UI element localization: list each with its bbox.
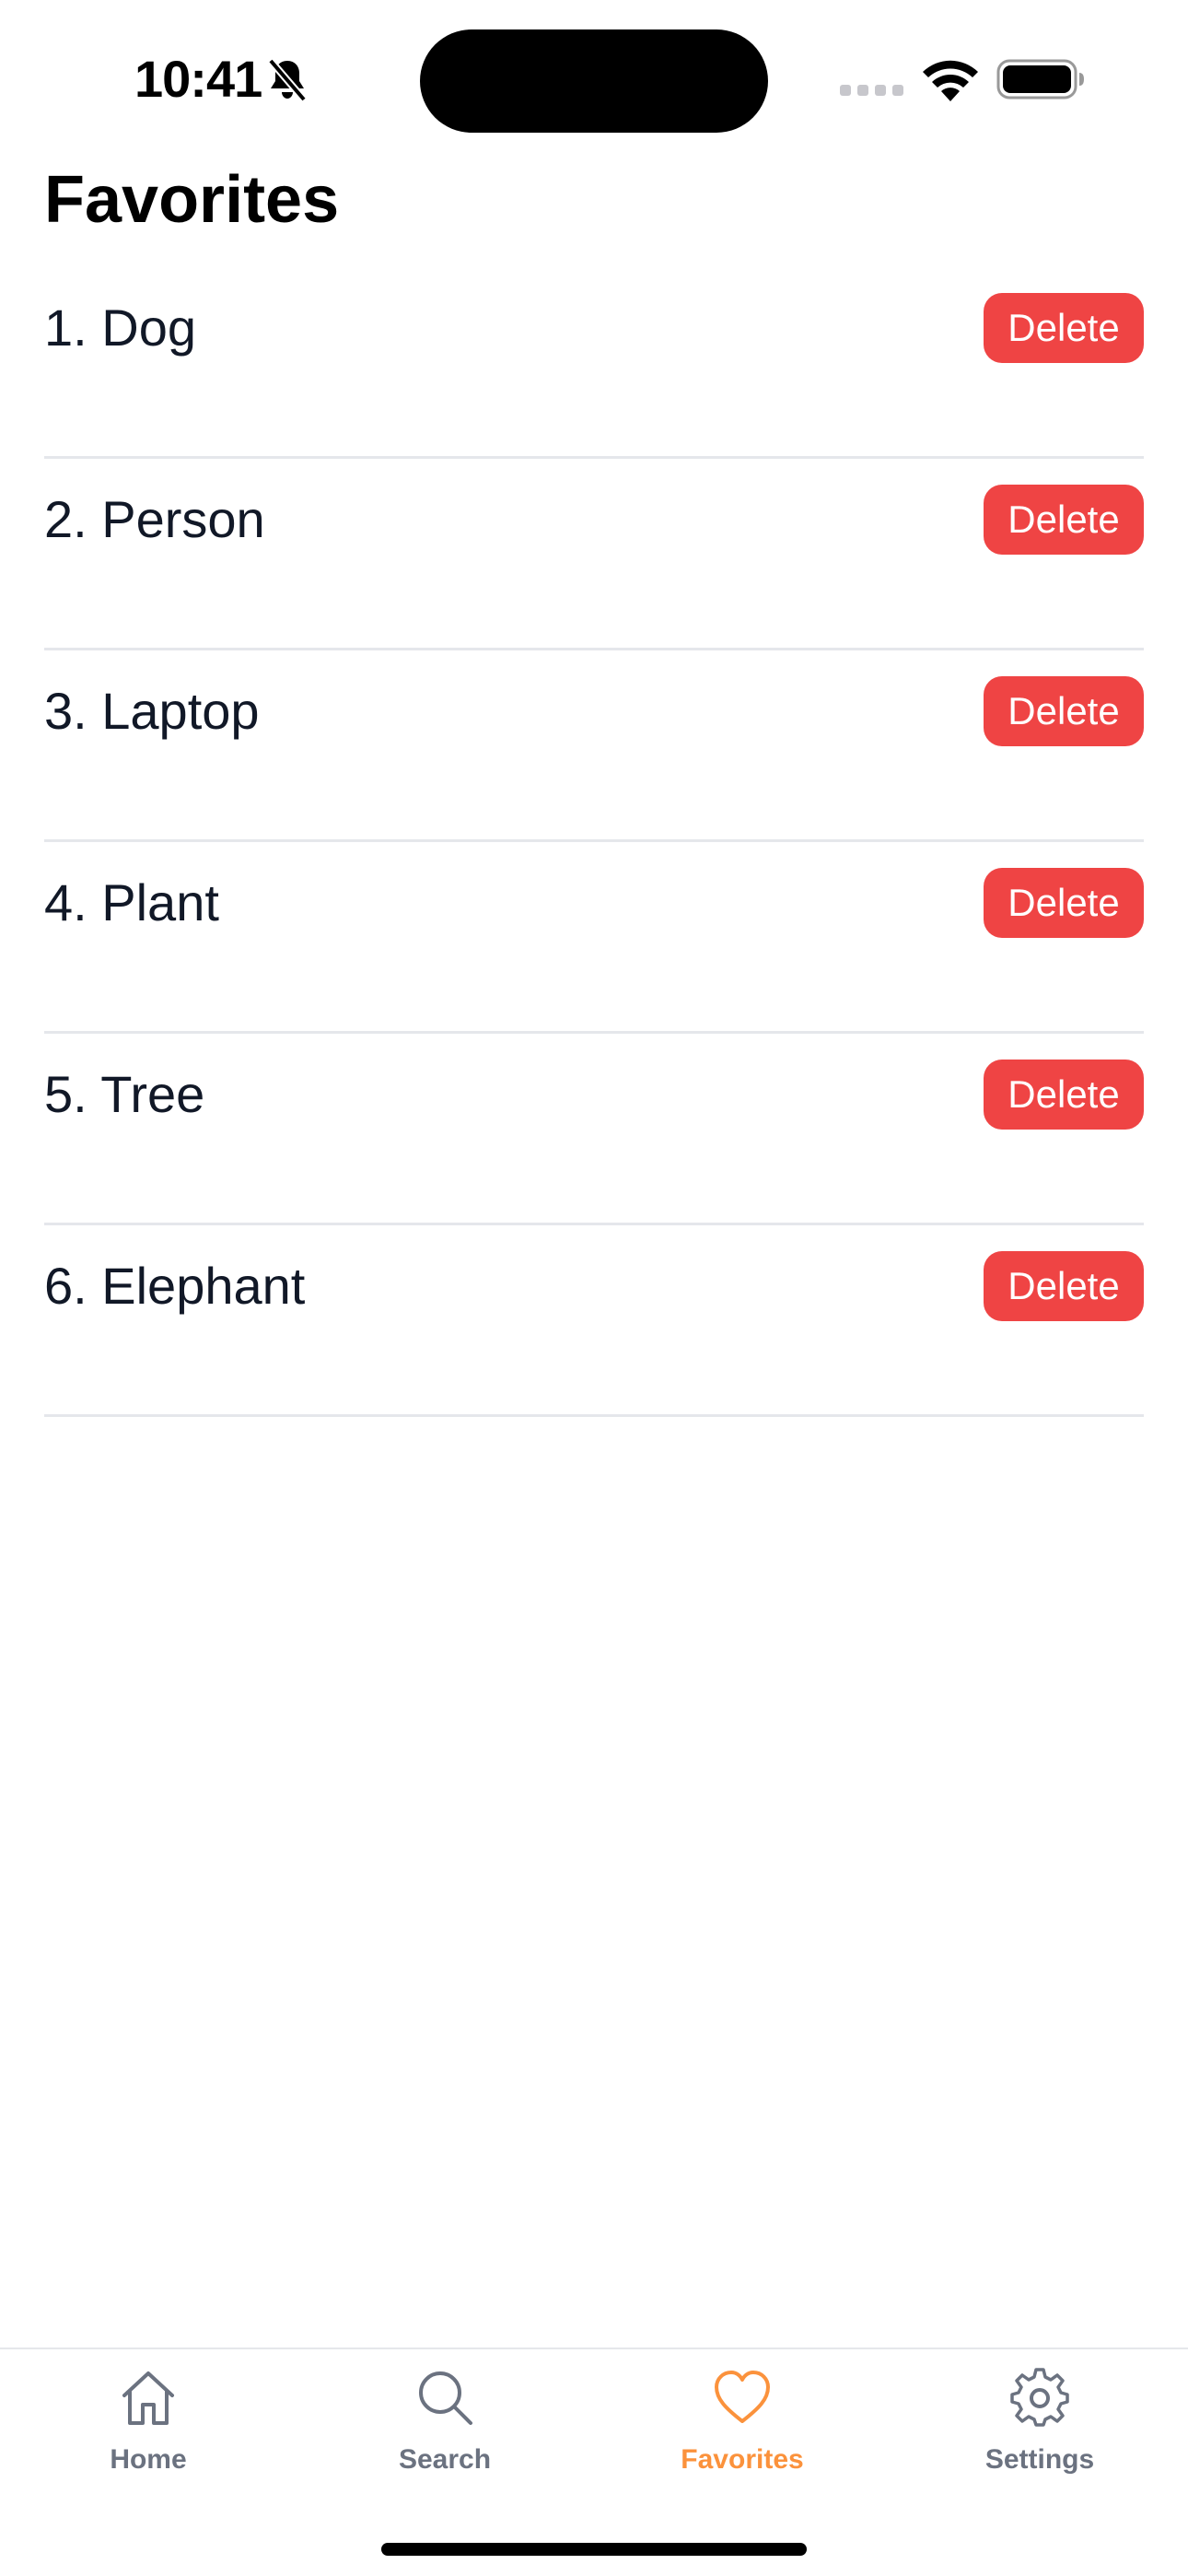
tab-label: Settings	[984, 2444, 1095, 2475]
heart-icon	[715, 2371, 770, 2423]
list-item-label: 1. Dog	[44, 299, 196, 357]
tab-home[interactable]: Home	[0, 2349, 297, 2488]
favorites-list: 1. Dog Delete 2. Person Delete 3. Laptop…	[44, 267, 1144, 1417]
delete-button[interactable]: Delete	[984, 293, 1144, 363]
battery-icon	[996, 59, 1084, 100]
gear-icon	[1010, 2368, 1069, 2427]
tab-settings[interactable]: Settings	[891, 2349, 1188, 2488]
status-bar: 10:41	[0, 0, 1188, 157]
dynamic-island	[420, 29, 768, 133]
list-item-label: 3. Laptop	[44, 682, 260, 740]
delete-button[interactable]: Delete	[984, 1251, 1144, 1321]
tab-label: Search	[398, 2444, 492, 2475]
tab-search[interactable]: Search	[297, 2349, 593, 2488]
list-item-label: 2. Person	[44, 490, 265, 548]
search-icon	[419, 2371, 472, 2425]
page-title: Favorites	[44, 163, 340, 237]
tab-favorites[interactable]: Favorites	[594, 2349, 891, 2488]
favorites-screen: 10:41 Favorites 1. Dog Delete 2. Person …	[0, 0, 1188, 2576]
list-item: 1. Dog Delete	[44, 267, 1144, 459]
list-item: 4. Plant Delete	[44, 842, 1144, 1034]
wifi-icon	[923, 60, 978, 101]
bell-slash-icon	[267, 58, 308, 102]
home-indicator[interactable]	[381, 2543, 807, 2556]
list-item: 6. Elephant Delete	[44, 1225, 1144, 1417]
list-item-label: 4. Plant	[44, 873, 219, 931]
list-item: 2. Person Delete	[44, 459, 1144, 650]
list-item-label: 5. Tree	[44, 1065, 205, 1123]
delete-button[interactable]: Delete	[984, 485, 1144, 555]
status-time: 10:41	[134, 50, 262, 108]
tab-label: Home	[110, 2444, 187, 2475]
list-item: 5. Tree Delete	[44, 1034, 1144, 1225]
delete-button[interactable]: Delete	[984, 1060, 1144, 1130]
tab-label: Favorites	[681, 2444, 804, 2475]
list-item: 3. Laptop Delete	[44, 650, 1144, 842]
delete-button[interactable]: Delete	[984, 676, 1144, 746]
delete-button[interactable]: Delete	[984, 868, 1144, 938]
home-icon	[122, 2371, 174, 2425]
list-item-label: 6. Elephant	[44, 1257, 306, 1315]
signal-icon	[840, 85, 903, 96]
tab-bar: Home Search Favorites Settings	[0, 2348, 1188, 2576]
